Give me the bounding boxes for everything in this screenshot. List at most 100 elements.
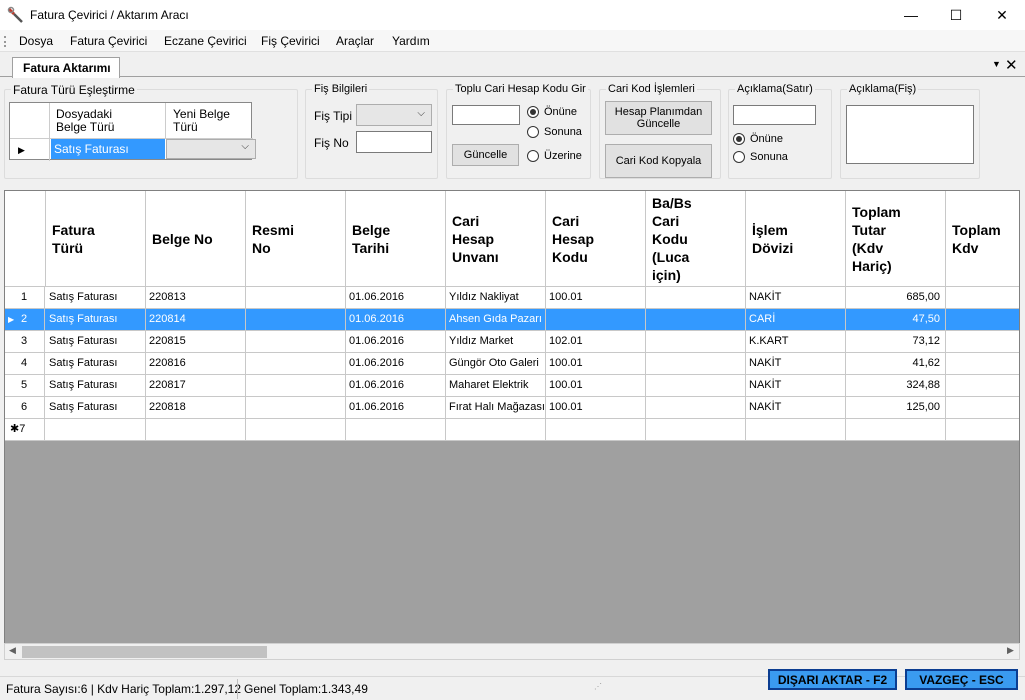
cell-toplam-kdv[interactable] bbox=[946, 375, 1019, 396]
row-header[interactable]: 6 bbox=[5, 397, 45, 418]
table-row[interactable]: 6 Satış Faturası 220818 01.06.2016 Fırat Hal… bbox=[5, 397, 1019, 419]
new-row-cell[interactable] bbox=[846, 419, 946, 440]
radio-onune[interactable]: Önüne bbox=[527, 106, 577, 118]
menu-fatura-cevirici[interactable]: Fatura Çevirici bbox=[70, 34, 147, 48]
menu-fis-cevirici[interactable]: Fiş Çevirici bbox=[261, 34, 320, 48]
new-row-cell[interactable] bbox=[346, 419, 446, 440]
cell-toplam-tutar[interactable]: 125,00 bbox=[846, 397, 946, 418]
cell-islem-dovizi[interactable]: NAKİT bbox=[746, 375, 846, 396]
cell-belge-tarihi[interactable]: 01.06.2016 bbox=[346, 397, 446, 418]
aciklama-fis-input[interactable] bbox=[846, 105, 974, 164]
new-row-cell[interactable] bbox=[46, 419, 146, 440]
satir-radio-sonuna[interactable]: Sonuna bbox=[733, 151, 788, 163]
cell-islem-dovizi[interactable]: NAKİT bbox=[746, 287, 846, 308]
yeni-belge-turu-combo[interactable]: ⌵ bbox=[166, 139, 256, 159]
cell-babs-kod[interactable] bbox=[646, 331, 746, 352]
cell-fatura-turu[interactable]: Satış Faturası bbox=[46, 353, 146, 374]
cell-toplam-tutar[interactable]: 47,50 bbox=[846, 309, 946, 330]
tab-list-dropdown-icon[interactable]: ▼ bbox=[992, 59, 1001, 69]
maximize-button[interactable]: ☐ bbox=[933, 0, 979, 30]
cell-resmi-no[interactable] bbox=[246, 397, 346, 418]
menu-dosya[interactable]: Dosya bbox=[19, 34, 53, 48]
guncelle-button[interactable]: Güncelle bbox=[452, 144, 519, 166]
menu-araclar[interactable]: Araçlar bbox=[336, 34, 374, 48]
table-row[interactable]: 4 Satış Faturası 220816 01.06.2016 Güngör Ot… bbox=[5, 353, 1019, 375]
scroll-left-icon[interactable]: ◀ bbox=[9, 645, 16, 656]
row-header[interactable]: 1 bbox=[5, 287, 45, 308]
cell-belge-tarihi[interactable]: 01.06.2016 bbox=[346, 309, 446, 330]
cell-babs-kod[interactable] bbox=[646, 375, 746, 396]
col-fatura-turu[interactable]: Fatura Türü bbox=[46, 191, 146, 287]
cell-babs-kod[interactable] bbox=[646, 287, 746, 308]
cell-fatura-turu[interactable]: Satış Faturası bbox=[46, 287, 146, 308]
cell-cari-kod[interactable]: 100.01 bbox=[546, 287, 646, 308]
cell-cari-unvan[interactable]: Güngör Oto Galeri bbox=[446, 353, 546, 374]
cell-belge-no[interactable]: 220816 bbox=[146, 353, 246, 374]
horizontal-scrollbar[interactable]: ◀ ▶ bbox=[4, 643, 1020, 660]
cell-babs-kod[interactable] bbox=[646, 397, 746, 418]
cell-fatura-turu[interactable]: Satış Faturası bbox=[46, 331, 146, 352]
table-row[interactable]: 3 Satış Faturası 220815 01.06.2016 Yıldız Ma… bbox=[5, 331, 1019, 353]
col-toplam-kdv[interactable]: Toplam Kdv bbox=[946, 191, 1019, 287]
cell-resmi-no[interactable] bbox=[246, 375, 346, 396]
new-row-cell[interactable] bbox=[246, 419, 346, 440]
satir-radio-onune[interactable]: Önüne bbox=[733, 133, 783, 145]
cell-cari-unvan[interactable]: Ahsen Gıda Pazarı bbox=[446, 309, 546, 330]
menu-yardim[interactable]: Yardım bbox=[392, 34, 430, 48]
col-cari-unvan[interactable]: Cari Hesap Unvanı bbox=[446, 191, 546, 287]
fatura-grid[interactable]: Fatura Türü Belge No Resmi No Belge Tari… bbox=[4, 190, 1020, 660]
radio-sonuna[interactable]: Sonuna bbox=[527, 126, 582, 138]
cell-toplam-kdv[interactable] bbox=[946, 309, 1019, 330]
cell-cari-unvan[interactable]: Maharet Elektrik bbox=[446, 375, 546, 396]
cell-fatura-turu[interactable]: Satış Faturası bbox=[46, 375, 146, 396]
cell-fatura-turu[interactable]: Satış Faturası bbox=[46, 397, 146, 418]
close-button[interactable]: ✕ bbox=[979, 0, 1025, 30]
cell-toplam-kdv[interactable] bbox=[946, 287, 1019, 308]
vazgec-button[interactable]: VAZGEÇ - ESC bbox=[905, 669, 1018, 690]
cell-belge-no[interactable]: 220813 bbox=[146, 287, 246, 308]
minimize-button[interactable]: — bbox=[888, 0, 934, 30]
table-row[interactable]: 1 Satış Faturası 220813 01.06.2016 Yıldız Na… bbox=[5, 287, 1019, 309]
cell-cari-kod[interactable] bbox=[546, 309, 646, 330]
cell-belge-no[interactable]: 220814 bbox=[146, 309, 246, 330]
cell-babs-kod[interactable] bbox=[646, 309, 746, 330]
new-row-cell[interactable] bbox=[146, 419, 246, 440]
col-belge-tarihi[interactable]: Belge Tarihi bbox=[346, 191, 446, 287]
cell-toplam-tutar[interactable]: 41,62 bbox=[846, 353, 946, 374]
cell-toplam-kdv[interactable] bbox=[946, 397, 1019, 418]
cell-resmi-no[interactable] bbox=[246, 309, 346, 330]
scroll-right-icon[interactable]: ▶ bbox=[1007, 645, 1014, 656]
fis-tipi-combo[interactable]: ⌵ bbox=[356, 104, 432, 126]
row-header[interactable]: 5 bbox=[5, 375, 45, 396]
tab-fatura-aktarimi[interactable]: Fatura Aktarımı bbox=[12, 57, 120, 78]
cell-belge-tarihi[interactable]: 01.06.2016 bbox=[346, 331, 446, 352]
table-row[interactable]: 5 Satış Faturası 220817 01.06.2016 Maharet E… bbox=[5, 375, 1019, 397]
cell-cari-unvan[interactable]: Yıldız Market bbox=[446, 331, 546, 352]
col-islem-dovizi[interactable]: İşlem Dövizi bbox=[746, 191, 846, 287]
tab-close-icon[interactable]: ✕ bbox=[1005, 56, 1018, 74]
belge-turu-cell[interactable]: Satış Faturası bbox=[51, 139, 165, 159]
new-row-cell[interactable] bbox=[446, 419, 546, 440]
cell-resmi-no[interactable] bbox=[246, 353, 346, 374]
cell-belge-no[interactable]: 220817 bbox=[146, 375, 246, 396]
col-toplam-tutar[interactable]: Toplam Tutar (Kdv Hariç) bbox=[846, 191, 946, 287]
cell-cari-kod[interactable]: 100.01 bbox=[546, 353, 646, 374]
cell-cari-kod[interactable]: 100.01 bbox=[546, 375, 646, 396]
resize-grip-icon[interactable]: ⋰ bbox=[594, 683, 604, 694]
cari-kod-kopyala-button[interactable]: Cari Kod Kopyala bbox=[605, 144, 712, 178]
radio-uzerine[interactable]: Üzerine bbox=[527, 150, 582, 162]
cell-belge-tarihi[interactable]: 01.06.2016 bbox=[346, 287, 446, 308]
row-header[interactable]: 3 bbox=[5, 331, 45, 352]
cell-islem-dovizi[interactable]: NAKİT bbox=[746, 353, 846, 374]
row-header[interactable]: 4 bbox=[5, 353, 45, 374]
cell-belge-no[interactable]: 220818 bbox=[146, 397, 246, 418]
cell-islem-dovizi[interactable]: CARİ bbox=[746, 309, 846, 330]
cell-babs-kod[interactable] bbox=[646, 353, 746, 374]
cell-belge-no[interactable]: 220815 bbox=[146, 331, 246, 352]
scroll-thumb[interactable] bbox=[22, 646, 267, 658]
col-belge-no[interactable]: Belge No bbox=[146, 191, 246, 287]
new-row-cell[interactable] bbox=[746, 419, 846, 440]
cari-kod-input[interactable] bbox=[452, 105, 520, 125]
cell-islem-dovizi[interactable]: K.KART bbox=[746, 331, 846, 352]
fis-no-input[interactable] bbox=[356, 131, 432, 153]
